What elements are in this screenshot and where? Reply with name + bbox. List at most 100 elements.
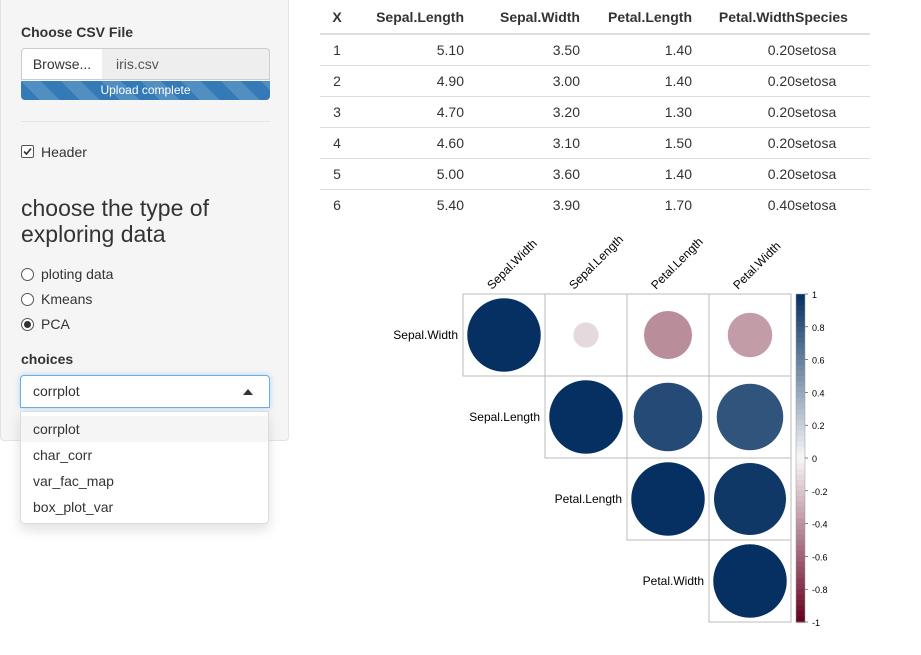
table-cell: setosa bbox=[795, 158, 870, 190]
corr-column-label: Petal.Width bbox=[730, 239, 783, 292]
file-input-label: Choose CSV File bbox=[21, 24, 134, 40]
table-cell: 3.10 bbox=[464, 127, 580, 159]
colorbar-segment bbox=[796, 490, 805, 497]
caret-up-icon[interactable] bbox=[243, 389, 253, 395]
column-header: Sepal.Length bbox=[354, 0, 464, 35]
table-cell: 4.60 bbox=[354, 127, 464, 159]
colorbar-segment bbox=[796, 365, 805, 372]
table-cell: setosa bbox=[795, 33, 870, 66]
radio-kmeans[interactable] bbox=[21, 293, 34, 306]
corr-circle bbox=[716, 383, 784, 451]
table-cell: 3.00 bbox=[464, 65, 580, 97]
colorbar-segment bbox=[796, 381, 805, 388]
upload-status: Upload complete bbox=[100, 83, 191, 97]
table-cell: setosa bbox=[795, 189, 870, 220]
colorbar-segment bbox=[796, 468, 805, 475]
colorbar-tick-label: 0.8 bbox=[812, 323, 825, 333]
dropdown-option-char-corr[interactable]: char_corr bbox=[21, 442, 268, 468]
colorbar-tick-label: -1 bbox=[812, 618, 820, 628]
corr-row-label: Petal.Width bbox=[643, 574, 704, 588]
file-name-field[interactable]: iris.csv bbox=[102, 48, 270, 80]
colorbar-segment bbox=[796, 545, 805, 552]
corr-circle bbox=[713, 462, 787, 536]
colorbar-segment bbox=[796, 408, 805, 415]
colorbar-segment bbox=[796, 321, 805, 328]
browse-button[interactable]: Browse... bbox=[21, 48, 103, 80]
dropdown-option-var-fac-map[interactable]: var_fac_map bbox=[21, 468, 268, 494]
colorbar-segment bbox=[796, 594, 805, 601]
section-heading: choose the type of exploring data bbox=[21, 195, 209, 247]
table-cell: 4.90 bbox=[354, 65, 464, 97]
colorbar-segment bbox=[796, 485, 805, 492]
table-cell: 6 bbox=[320, 189, 354, 220]
colorbar-segment bbox=[796, 425, 805, 432]
colorbar-tick-label: -0.8 bbox=[812, 585, 828, 595]
colorbar-segment bbox=[796, 540, 805, 547]
radio-ploting-data[interactable] bbox=[21, 268, 34, 281]
colorbar-segment bbox=[796, 616, 805, 623]
table-cell: 5.40 bbox=[354, 189, 464, 220]
colorbar-segment bbox=[796, 529, 805, 536]
colorbar-segment bbox=[796, 463, 805, 470]
table-cell: 0.20 bbox=[692, 65, 795, 97]
table-row: 3 4.70 3.20 1.30 0.20 setosa bbox=[320, 96, 870, 128]
radio-label-kmeans: Kmeans bbox=[41, 291, 93, 307]
column-header: Petal.Length bbox=[580, 0, 692, 35]
divider bbox=[21, 121, 270, 122]
colorbar-segment bbox=[796, 605, 805, 612]
colorbar-segment bbox=[796, 397, 805, 404]
colorbar-segment bbox=[796, 518, 805, 525]
table-cell: 0.20 bbox=[692, 127, 795, 159]
select-value: corrplot bbox=[33, 383, 80, 399]
corr-column-label: Sepal.Length bbox=[566, 235, 626, 292]
colorbar-segment bbox=[796, 458, 805, 465]
colorbar-segment bbox=[796, 348, 805, 355]
colorbar-segment bbox=[796, 567, 805, 574]
column-header: Sepal.Width bbox=[464, 0, 580, 35]
corr-column-label: Petal.Length bbox=[648, 235, 706, 292]
colorbar-tick-label: 0.4 bbox=[812, 388, 825, 398]
corr-row-label: Petal.Length bbox=[555, 492, 622, 506]
colorbar-segment bbox=[796, 436, 805, 443]
table-cell: 1.70 bbox=[580, 189, 692, 220]
header-checkbox[interactable] bbox=[21, 145, 34, 158]
colorbar-segment bbox=[796, 550, 805, 557]
table-cell: 1.50 bbox=[580, 127, 692, 159]
table-cell: 4.70 bbox=[354, 96, 464, 128]
corr-circle bbox=[572, 321, 600, 349]
dropdown-option-corrplot[interactable]: corrplot bbox=[21, 416, 268, 442]
colorbar-segment bbox=[796, 561, 805, 568]
column-header: Species bbox=[795, 0, 870, 35]
table-cell: setosa bbox=[795, 65, 870, 97]
data-table: X Sepal.Length Sepal.Width Petal.Length … bbox=[320, 0, 870, 220]
colorbar-segment bbox=[796, 501, 805, 508]
dropdown-option-box-plot-var[interactable]: box_plot_var bbox=[21, 494, 268, 520]
table-row: 6 5.40 3.90 1.70 0.40 setosa bbox=[320, 189, 870, 220]
table-cell: 1.40 bbox=[580, 65, 692, 97]
colorbar-tick-label: 0.6 bbox=[812, 356, 825, 366]
table-cell: 5.00 bbox=[354, 158, 464, 190]
choices-select[interactable]: corrplot bbox=[20, 375, 270, 408]
colorbar-segment bbox=[796, 512, 805, 519]
colorbar-segment bbox=[796, 392, 805, 399]
table-row: 5 5.00 3.60 1.40 0.20 setosa bbox=[320, 158, 870, 190]
colorbar-segment bbox=[796, 310, 805, 317]
table-cell: setosa bbox=[795, 127, 870, 159]
colorbar-segment bbox=[796, 414, 805, 421]
colorbar-segment bbox=[796, 299, 805, 306]
choices-dropdown: corrplot char_corr var_fac_map box_plot_… bbox=[20, 411, 269, 524]
table-cell: 0.20 bbox=[692, 158, 795, 190]
table-cell: 1.40 bbox=[580, 158, 692, 190]
table-cell: 0.40 bbox=[692, 189, 795, 220]
table-cell: 3.50 bbox=[464, 33, 580, 66]
upload-progress-bar: Upload complete bbox=[21, 81, 270, 100]
radio-pca[interactable] bbox=[21, 318, 34, 331]
colorbar-segment bbox=[796, 315, 805, 322]
colorbar-segment bbox=[796, 447, 805, 454]
colorbar-segment bbox=[796, 572, 805, 579]
table-cell: 1 bbox=[320, 33, 354, 66]
colorbar-segment bbox=[796, 611, 805, 618]
colorbar-segment bbox=[796, 583, 805, 590]
choices-label: choices bbox=[21, 351, 74, 367]
colorbar-tick-label: -0.6 bbox=[812, 552, 828, 562]
